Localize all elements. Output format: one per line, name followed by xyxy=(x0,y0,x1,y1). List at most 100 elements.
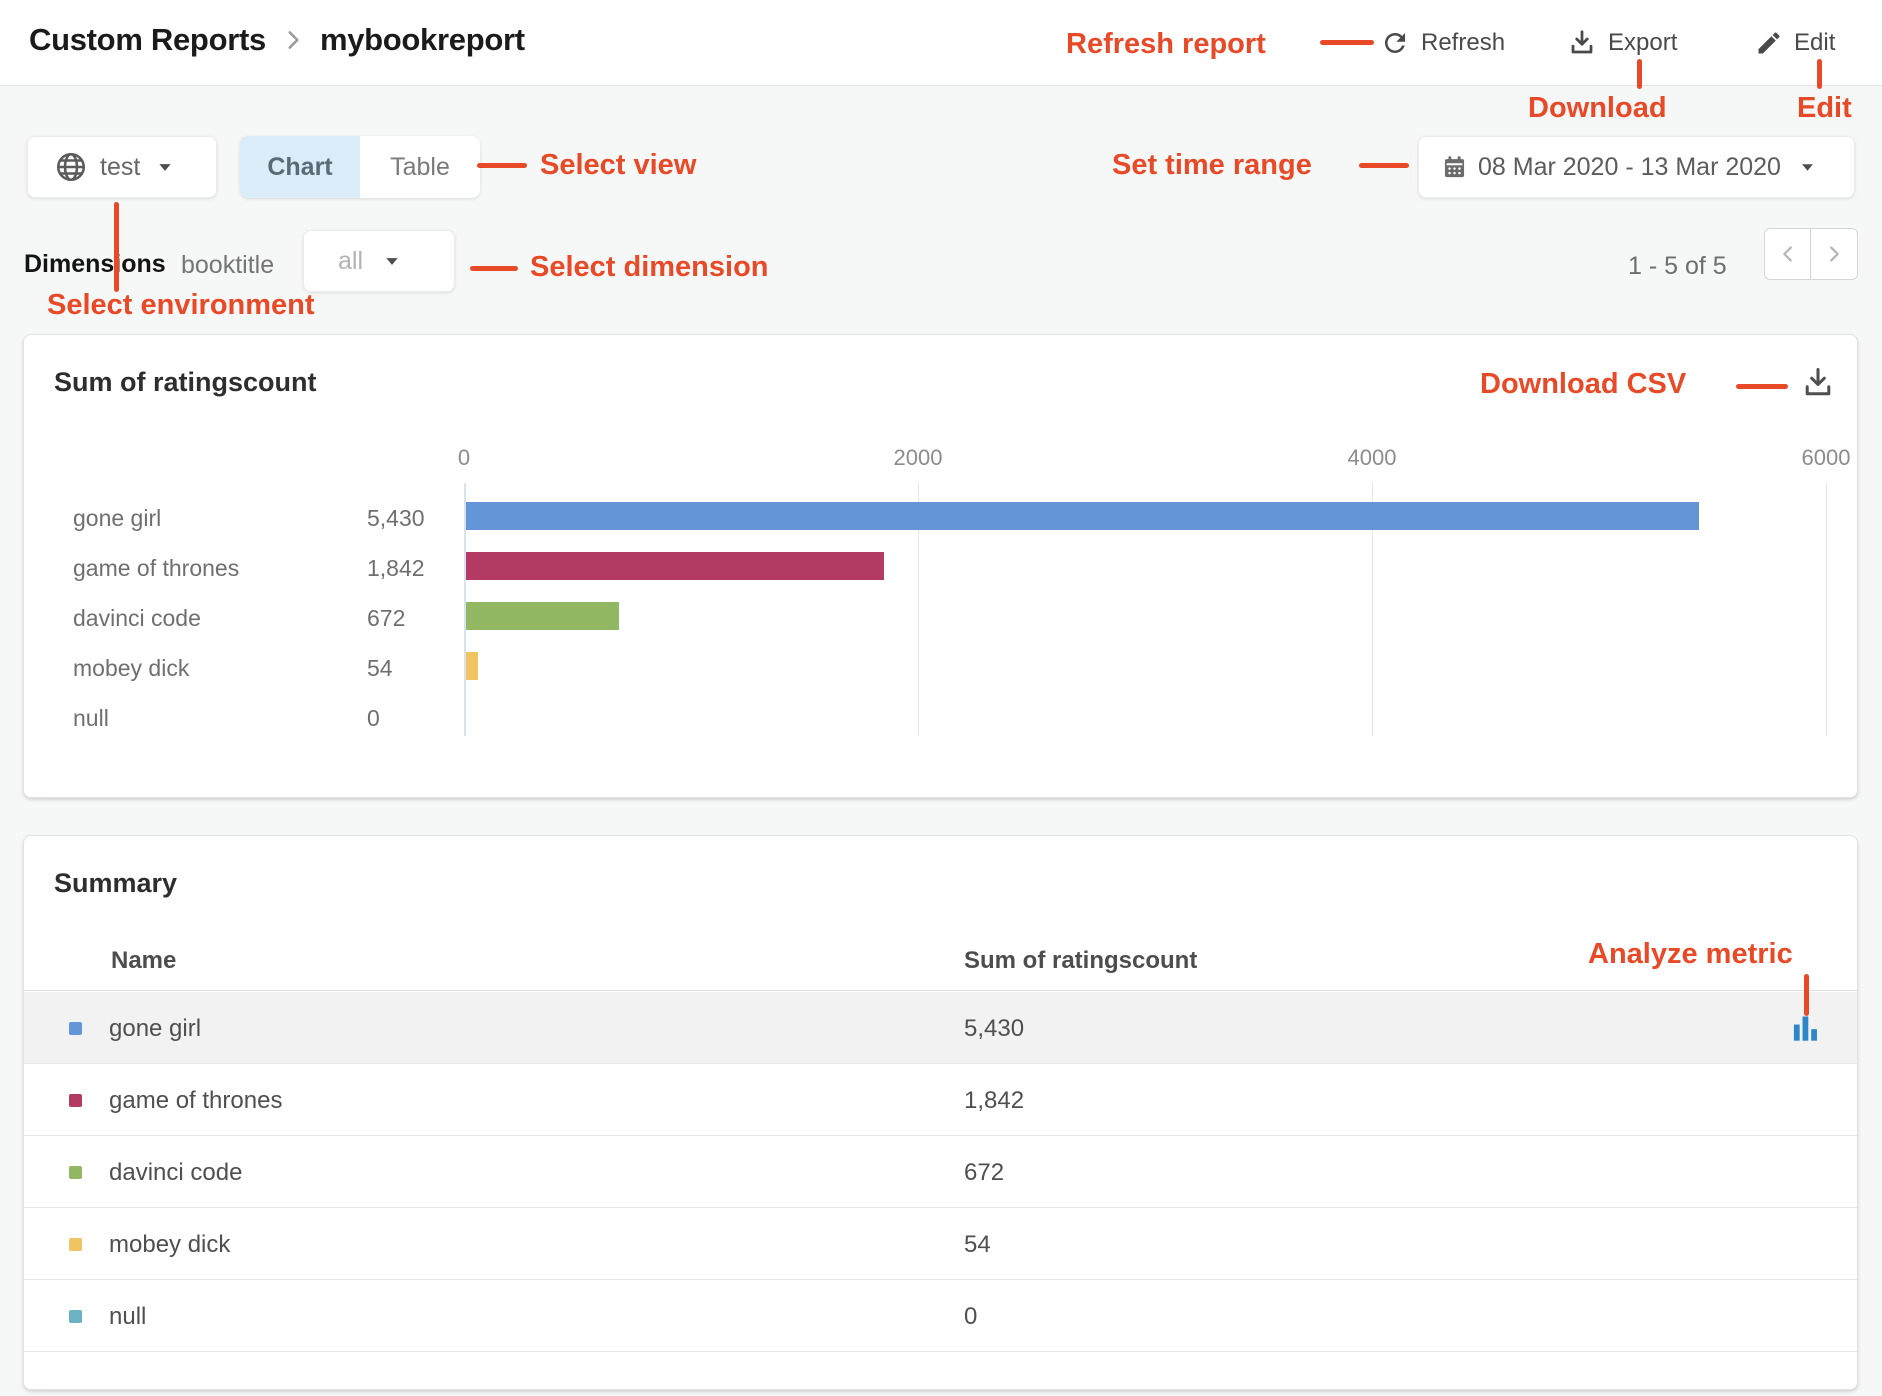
export-label: Export xyxy=(1608,29,1677,57)
series-color-swatch xyxy=(69,1094,82,1107)
date-range-picker[interactable]: 08 Mar 2020 - 13 Mar 2020 xyxy=(1418,136,1855,198)
summary-table-body: gone girl5,430 game of thrones 1,842 davinc… xyxy=(24,992,1857,1352)
summary-table-header: Name Sum of ratingscount xyxy=(24,931,1857,991)
annotation-select-dimension: Select dimension xyxy=(530,251,769,284)
annotation-line-download xyxy=(1637,59,1642,89)
summary-card: Summary Name Sum of ratingscount gone gi… xyxy=(23,835,1858,1390)
annotation-line-select-view xyxy=(477,163,527,168)
chart-row: davinci code 672 xyxy=(24,591,1857,641)
bar xyxy=(466,602,619,630)
chart-category-label: null xyxy=(73,705,109,732)
breadcrumb-chevron-icon xyxy=(280,27,306,53)
pagination-prev-button[interactable] xyxy=(1765,229,1811,279)
row-value: 672 xyxy=(964,1159,1004,1187)
breadcrumb: Custom Reports mybookreport xyxy=(29,22,525,58)
annotation-select-view: Select view xyxy=(540,149,696,182)
chart-row: game of thrones 1,842 xyxy=(24,541,1857,591)
breadcrumb-current: mybookreport xyxy=(320,22,525,58)
environment-select[interactable]: test xyxy=(27,136,217,198)
table-row[interactable]: gone girl5,430 xyxy=(24,992,1857,1064)
download-icon xyxy=(1567,28,1597,58)
annotation-line-download-csv xyxy=(1736,384,1788,389)
row-name: null xyxy=(109,1303,146,1331)
annotation-line-edit xyxy=(1817,59,1822,89)
table-row[interactable]: mobey dick54 xyxy=(24,1208,1857,1280)
dimension-name: booktitle xyxy=(181,251,274,280)
row-value: 1,842 xyxy=(964,1087,1024,1115)
series-color-swatch xyxy=(69,1022,82,1035)
edit-label: Edit xyxy=(1794,29,1835,57)
row-value: 5,430 xyxy=(964,1015,1024,1043)
bar xyxy=(466,552,884,580)
annotation-line-set-time-range xyxy=(1359,163,1409,168)
pagination xyxy=(1764,228,1858,280)
series-color-swatch xyxy=(69,1166,82,1179)
column-header-value: Sum of ratingscount xyxy=(964,947,1197,975)
refresh-button[interactable]: Refresh xyxy=(1380,24,1505,62)
refresh-label: Refresh xyxy=(1421,29,1505,57)
bar-track xyxy=(466,702,1828,730)
chart-x-ticks: 0200040006000 xyxy=(24,445,1857,475)
globe-icon xyxy=(54,150,88,184)
annotation-line-select-dimension xyxy=(470,266,518,271)
dimension-selected-value: all xyxy=(338,247,363,276)
tab-table[interactable]: Table xyxy=(360,136,480,198)
breadcrumb-root[interactable]: Custom Reports xyxy=(29,22,266,58)
bar-track xyxy=(466,602,1828,630)
x-tick-label: 2000 xyxy=(894,445,943,471)
bar-chart-icon xyxy=(1792,1013,1820,1043)
summary-title: Summary xyxy=(54,868,177,899)
annotation-line-analyze-metric xyxy=(1804,974,1809,1016)
chevron-left-icon xyxy=(1777,243,1799,265)
view-toggle: Chart Table xyxy=(240,136,480,198)
bar-track xyxy=(466,652,1828,680)
dimension-select[interactable]: all xyxy=(303,230,455,292)
chevron-down-icon xyxy=(1801,163,1814,172)
chart-category-label: gone girl xyxy=(73,505,161,532)
chart-row: gone girl 5,430 xyxy=(24,491,1857,541)
edit-button[interactable]: Edit xyxy=(1755,24,1835,62)
annotation-set-time-range: Set time range xyxy=(1112,149,1312,182)
table-row[interactable]: null 0 xyxy=(24,1280,1857,1352)
row-name: game of thrones xyxy=(109,1087,282,1115)
download-icon xyxy=(1800,365,1836,401)
chevron-right-icon xyxy=(1823,243,1845,265)
chart-value-label: 1,842 xyxy=(367,555,425,582)
annotation-line-refresh xyxy=(1320,40,1374,45)
chart-category-label: game of thrones xyxy=(73,555,239,582)
row-name: davinci code xyxy=(109,1159,242,1187)
row-value: 0 xyxy=(964,1303,977,1331)
chart-row: mobey dick54 xyxy=(24,641,1857,691)
row-name: mobey dick xyxy=(109,1231,230,1259)
chart-rows: gone girl 5,430 game of thrones 1,842 davinc… xyxy=(24,491,1857,741)
annotation-download-csv: Download CSV xyxy=(1480,368,1686,401)
chart-value-label: 672 xyxy=(367,605,405,632)
bar-track xyxy=(466,552,1828,580)
export-button[interactable]: Export xyxy=(1567,24,1677,62)
chart-card: Sum of ratingscount 0200040006000 gone g… xyxy=(23,334,1858,798)
calendar-icon xyxy=(1441,154,1468,181)
dimensions-label: Dimensions xyxy=(24,250,166,279)
x-tick-label: 0 xyxy=(458,445,470,471)
custom-report-screen: Custom Reports mybookreport Refresh Expo… xyxy=(0,0,1882,1396)
annotation-line-select-environment xyxy=(114,202,119,292)
table-row[interactable]: davinci code 672 xyxy=(24,1136,1857,1208)
pagination-next-button[interactable] xyxy=(1811,229,1857,279)
series-color-swatch xyxy=(69,1310,82,1323)
refresh-icon xyxy=(1380,28,1410,58)
chart-value-label: 54 xyxy=(367,655,393,682)
chart-row: null 0 xyxy=(24,691,1857,741)
annotation-select-environment: Select environment xyxy=(47,289,315,322)
annotation-refresh-report: Refresh report xyxy=(1066,28,1266,61)
tab-chart[interactable]: Chart xyxy=(240,136,360,198)
bar-track xyxy=(466,502,1828,530)
bar xyxy=(466,652,478,680)
chart-category-label: davinci code xyxy=(73,605,201,632)
annotation-edit: Edit xyxy=(1797,92,1852,125)
chart-value-label: 0 xyxy=(367,705,380,732)
download-csv-button[interactable] xyxy=(1796,361,1840,405)
bar xyxy=(466,502,1699,530)
table-row[interactable]: game of thrones 1,842 xyxy=(24,1064,1857,1136)
chart-value-label: 5,430 xyxy=(367,505,425,532)
chevron-down-icon xyxy=(385,257,399,266)
